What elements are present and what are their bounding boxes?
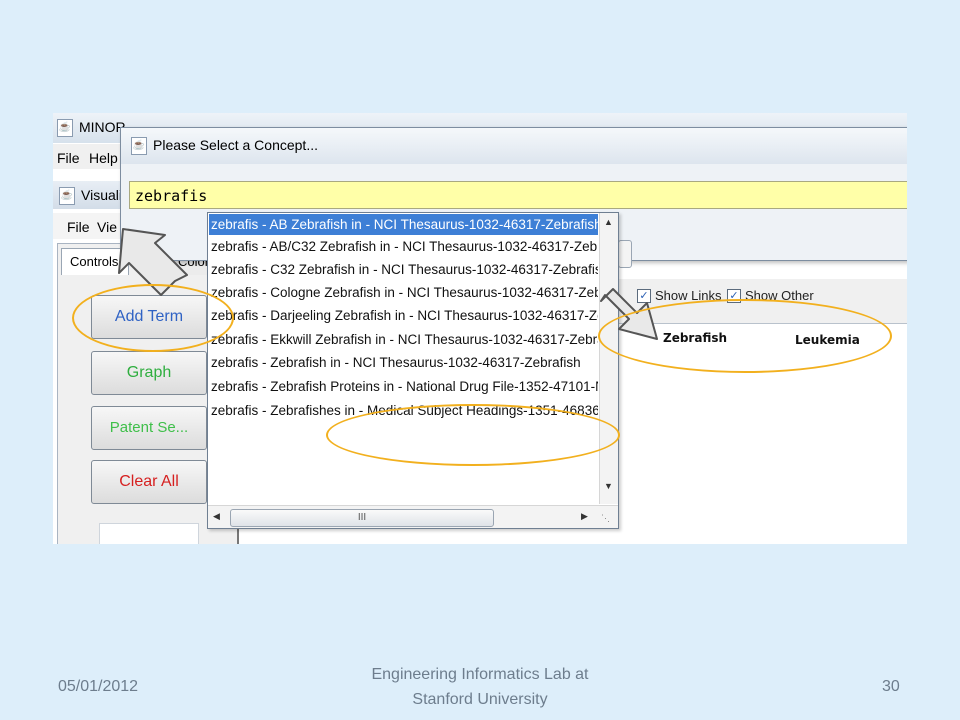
highlight-ring-mesh-suggestion [326,404,620,466]
highlight-ring-add-term [72,284,234,352]
footer-date: 05/01/2012 [58,678,139,695]
footer-lab-name: Engineering Informatics Lab at [371,666,589,683]
footer-center: Engineering Informatics Lab at Stanford … [330,662,630,712]
highlight-ring-graph-nodes [598,299,892,373]
footer-page-number: 30 [882,678,900,695]
footer-university: Stanford University [412,691,548,708]
